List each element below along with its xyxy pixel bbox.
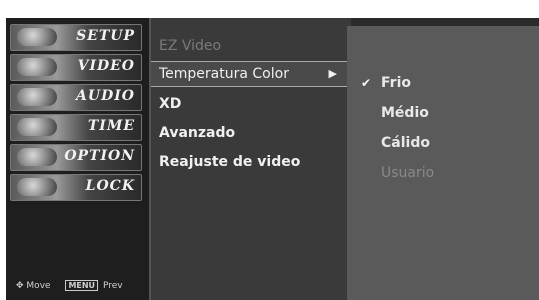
menu-item-xd[interactable]: XD <box>159 96 181 112</box>
time-image-icon <box>17 118 57 136</box>
audio-image-icon <box>17 88 57 106</box>
option-image-icon <box>17 148 57 166</box>
menu-item-avanzado[interactable]: Avanzado <box>159 125 235 141</box>
menu-key-icon: MENU <box>65 280 99 291</box>
tab-setup[interactable]: SETUP <box>10 24 142 51</box>
tab-audio[interactable]: AUDIO <box>10 84 142 111</box>
menu-item-label: Temperatura Color <box>159 66 289 82</box>
option-usuario[interactable]: Usuario <box>381 165 434 181</box>
option-frio[interactable]: Frio <box>381 75 411 91</box>
tab-video[interactable]: VIDEO <box>10 54 142 81</box>
tab-label: SETUP <box>76 28 135 44</box>
lock-image-icon <box>17 178 57 196</box>
prev-hint-label: Prev <box>102 281 123 291</box>
option-medio[interactable]: Médio <box>381 105 429 121</box>
video-image-icon <box>17 58 57 76</box>
tab-option[interactable]: OPTION <box>10 144 142 171</box>
tab-lock[interactable]: LOCK <box>10 174 142 201</box>
tv-menu-screen: SETUP VIDEO AUDIO TIME OPTION LOCK ✥ Mov… <box>6 18 539 300</box>
tab-label: AUDIO <box>76 88 135 104</box>
tab-label: LOCK <box>85 178 135 194</box>
move-hint-label: Move <box>26 281 51 291</box>
menu-item-temperatura-color[interactable]: Temperatura Color ▶ <box>151 61 351 87</box>
submenu-arrow-icon: ▶ <box>328 67 337 80</box>
color-temperature-submenu: ✔ Frio Médio Cálido Usuario <box>347 26 539 300</box>
tab-label: TIME <box>87 118 135 134</box>
category-sidebar: SETUP VIDEO AUDIO TIME OPTION LOCK ✥ Mov… <box>6 18 151 300</box>
menu-item-ez-video[interactable]: EZ Video <box>159 38 221 54</box>
tab-label: OPTION <box>64 148 135 164</box>
check-icon: ✔ <box>361 76 372 90</box>
tab-time[interactable]: TIME <box>10 114 142 141</box>
option-calido[interactable]: Cálido <box>381 135 430 151</box>
video-menu-panel: EZ Video Temperatura Color ▶ XD Avanzado… <box>151 18 351 300</box>
tab-label: VIDEO <box>77 58 135 74</box>
menu-item-reajuste-de-video[interactable]: Reajuste de video <box>159 154 300 170</box>
setup-image-icon <box>17 28 57 46</box>
navigation-hint: ✥ Move MENU Prev <box>16 280 123 291</box>
move-arrows-icon: ✥ <box>16 281 24 291</box>
